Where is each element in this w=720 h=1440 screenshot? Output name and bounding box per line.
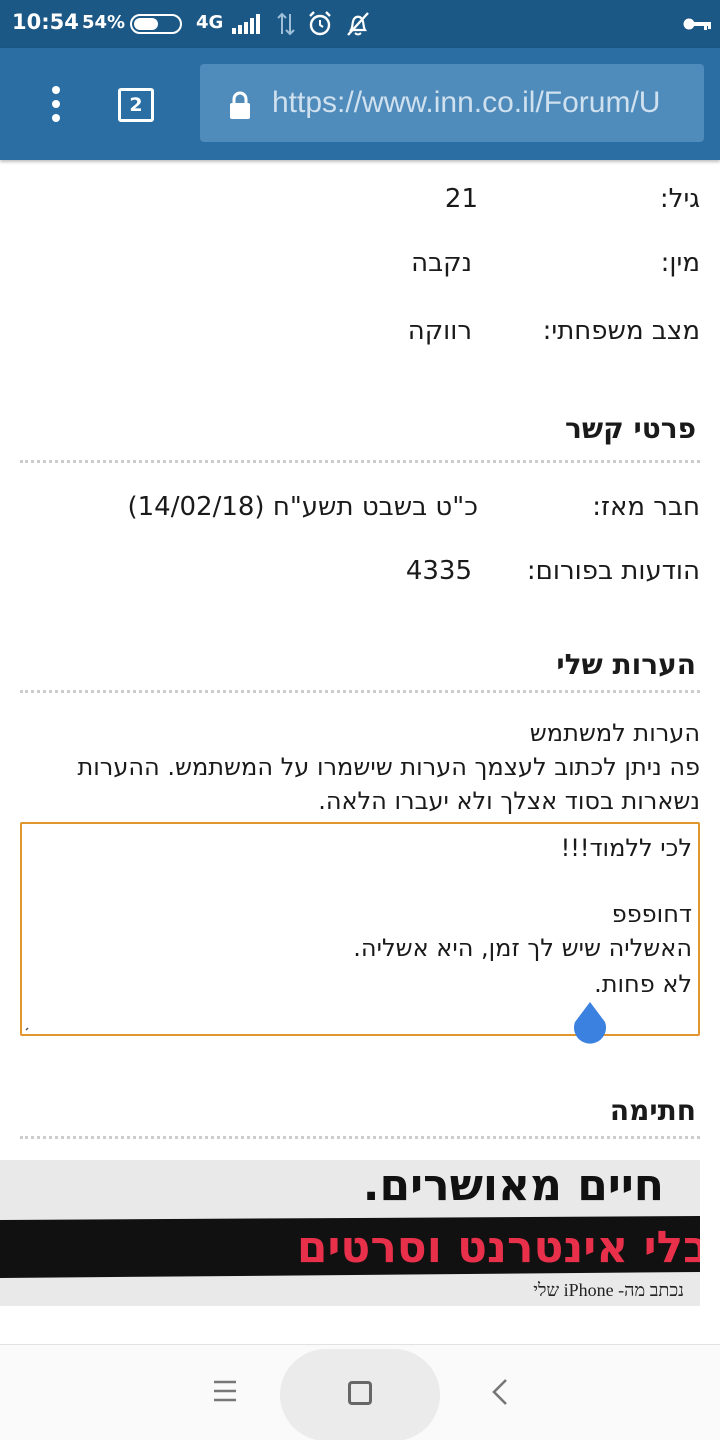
member-since-value: כ"ט בשבט תשע"ח (14/02/18): [127, 492, 478, 522]
divider: [20, 690, 700, 693]
signature-slogan: חיים מאושרים.: [362, 1160, 664, 1211]
resize-handle-icon[interactable]: [24, 1022, 34, 1032]
network-type: 4G: [196, 12, 224, 33]
gender-value: נקבה: [411, 248, 472, 278]
battery-fill: [134, 18, 158, 30]
key-icon: [683, 18, 711, 30]
notes-line: האשליה שיש לך זמן, היא אשליה.: [353, 934, 692, 962]
notes-section-title: הערות שלי: [556, 648, 696, 681]
signature-section-title: חתימה: [609, 1094, 696, 1127]
bell-off-icon: [347, 12, 369, 36]
battery-percent: 54%: [82, 12, 126, 33]
notes-line: לא פחות.: [594, 970, 692, 998]
forum-posts-label: הודעות בפורום:: [526, 556, 700, 586]
forum-posts-field: הודעות בפורום: 4335: [10, 556, 700, 600]
member-since-field: חבר מאז: כ"ט בשבט תשע"ח (14/02/18): [10, 492, 700, 536]
member-since-label: חבר מאז:: [592, 492, 700, 522]
signature-image: חיים מאושרים. בלי אינטרנט וסרטים נכתב מה…: [0, 1160, 700, 1306]
age-value: 21: [444, 184, 478, 214]
age-label: גיל:: [659, 184, 700, 214]
divider: [20, 1136, 700, 1139]
marital-status-label: מצב משפחתי:: [542, 316, 700, 346]
divider: [20, 460, 700, 463]
gender-label: מין:: [660, 248, 700, 278]
vertical-dots-icon[interactable]: [40, 84, 72, 124]
square-icon[interactable]: [348, 1381, 372, 1405]
contact-section-title: פרטי קשר: [565, 412, 696, 445]
battery-icon: [130, 14, 182, 34]
url-bar[interactable]: https://www.inn.co.il/Forum/U: [200, 64, 704, 142]
browser-toolbar: 2 https://www.inn.co.il/Forum/U: [0, 48, 720, 160]
gender-field: מין: נקבה: [10, 248, 700, 292]
url-text: https://www.inn.co.il/Forum/U: [272, 86, 661, 119]
signature-band-text: בלי אינטרנט וסרטים: [296, 1222, 700, 1273]
signal-icon: [232, 14, 260, 34]
data-transfer-icon: [277, 12, 295, 36]
tab-switcher-button[interactable]: 2: [118, 88, 154, 122]
status-time: 10:54: [12, 10, 79, 34]
lock-icon: [230, 91, 250, 119]
hamburger-icon[interactable]: [212, 1379, 238, 1403]
user-notes-textarea[interactable]: לכי ללמוד!!! דחופפפ האשליה שיש לך זמן, ה…: [20, 822, 700, 1044]
chevron-left-icon[interactable]: [488, 1377, 512, 1407]
notes-description-line: פה ניתן לכתוב לעצמך הערות שישמרו על המשת…: [77, 753, 700, 781]
notes-line: דחופפפ: [611, 900, 692, 928]
notes-description-line: נשארות בסוד אצלך ולא יעברו הלאה.: [318, 787, 700, 815]
system-nav-bar: [0, 1344, 720, 1440]
forum-posts-value: 4335: [405, 556, 472, 586]
alarm-icon: [309, 11, 331, 36]
age-field: גיל: 21: [10, 184, 700, 228]
signature-caption: נכתב מה- iPhone שלי: [533, 1280, 684, 1300]
profile-content: גיל: 21 מין: נקבה מצב משפחתי: רווקה פרטי…: [0, 160, 720, 1344]
marital-status-field: מצב משפחתי: רווקה: [10, 316, 700, 360]
notes-description: הערות למשתמש פה ניתן לכתוב לעצמך הערות ש…: [10, 716, 700, 818]
notes-subtitle: הערות למשתמש: [529, 719, 700, 747]
text-cursor-handle-icon[interactable]: [570, 1000, 610, 1050]
status-bar: 10:54 54% 4G: [0, 0, 720, 48]
notes-line: לכי ללמוד!!!: [560, 834, 692, 862]
marital-status-value: רווקה: [407, 316, 472, 346]
